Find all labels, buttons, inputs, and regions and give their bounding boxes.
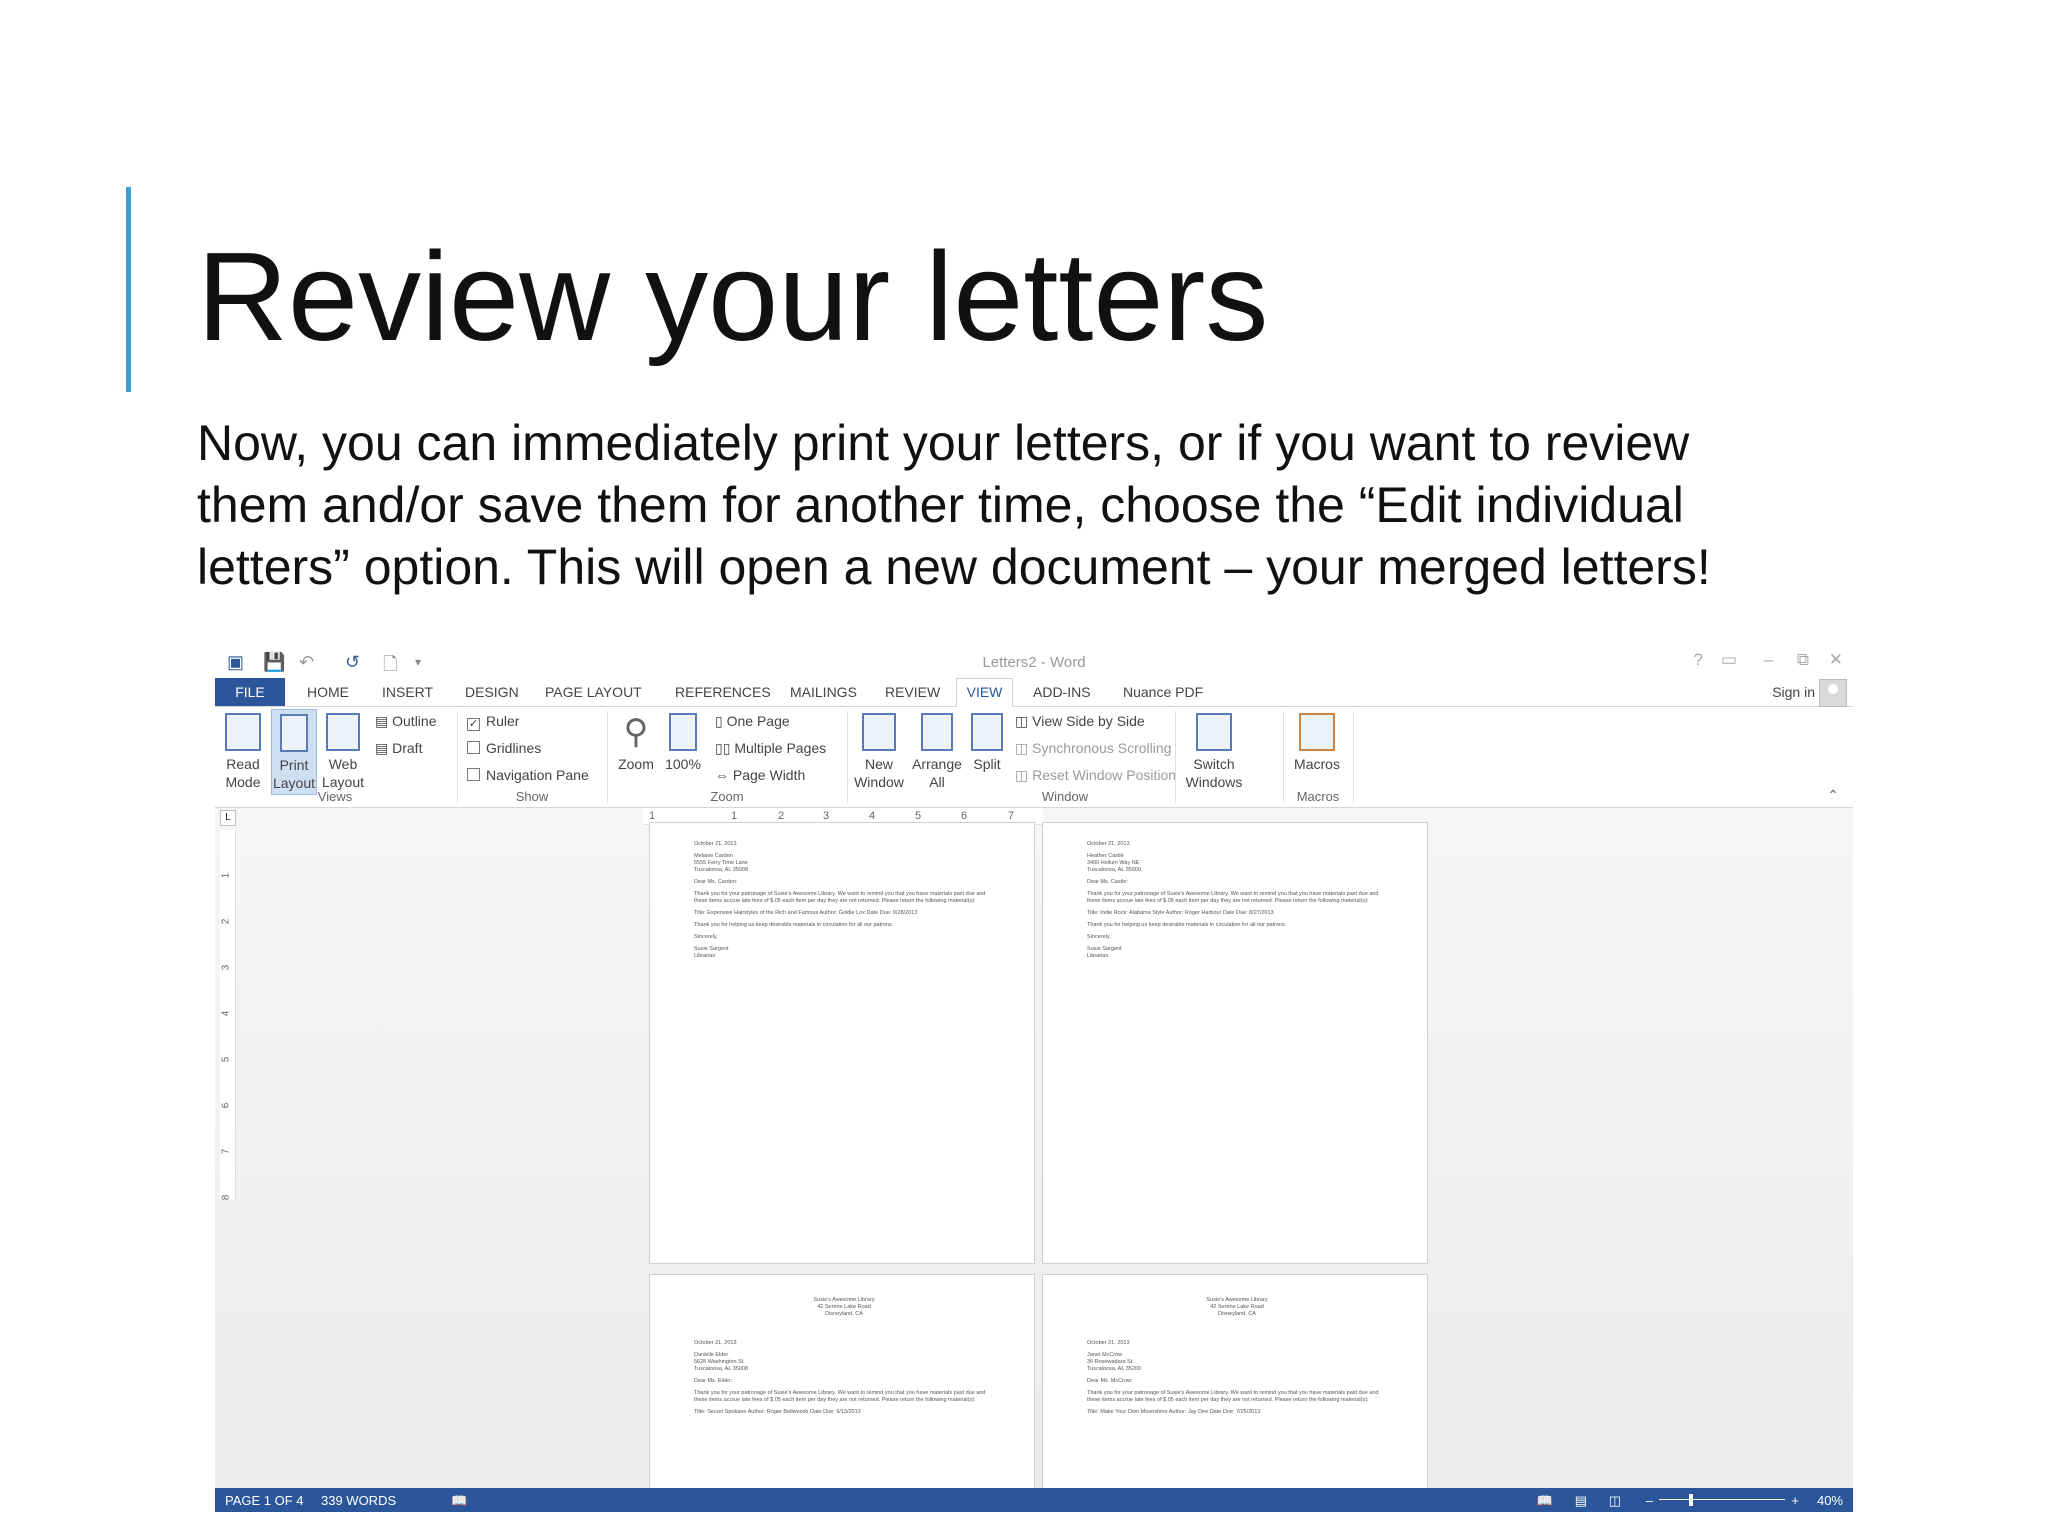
zoom-in-icon[interactable]: + bbox=[1791, 1493, 1799, 1508]
draft-button[interactable]: ▤ Draft bbox=[375, 740, 422, 757]
page-width-button[interactable]: ⇔ Page Width bbox=[715, 767, 805, 783]
group-views-label: Views bbox=[317, 789, 353, 804]
macros-icon bbox=[1299, 713, 1335, 751]
macros-button[interactable]: Macros bbox=[1289, 713, 1345, 773]
slide-title: Review your letters bbox=[197, 226, 1269, 367]
outline-button[interactable]: ▤ Outline bbox=[375, 713, 436, 730]
zoom-slider-thumb[interactable] bbox=[1689, 1494, 1693, 1506]
sign-in-link[interactable]: Sign in bbox=[1772, 684, 1815, 700]
restore-icon[interactable]: ⧉ bbox=[1797, 650, 1809, 670]
sync-scroll-icon: ◫ bbox=[1015, 740, 1033, 756]
new-window-button[interactable]: New Window bbox=[851, 713, 907, 791]
tab-add-ins[interactable]: ADD-INS bbox=[1033, 684, 1091, 700]
vertical-ruler[interactable]: 1 2 3 4 5 6 7 8 bbox=[220, 830, 236, 1200]
accent-bar bbox=[126, 187, 131, 392]
ribbon-tabs: FILE HOME INSERT DESIGN PAGE LAYOUT REFE… bbox=[215, 678, 1853, 707]
zoom-level[interactable]: 40% bbox=[1817, 1493, 1843, 1508]
group-window-label: Window bbox=[1041, 789, 1089, 804]
tab-view[interactable]: VIEW bbox=[956, 678, 1013, 707]
one-page-button[interactable]: ▯ One Page bbox=[715, 713, 790, 730]
gridlines-checkbox[interactable]: Gridlines bbox=[467, 740, 541, 756]
view-side-by-side-button[interactable]: ◫ View Side by Side bbox=[1015, 713, 1145, 730]
tab-review[interactable]: REVIEW bbox=[885, 684, 940, 700]
synchronous-scrolling-button[interactable]: ◫ Synchronous Scrolling bbox=[1015, 740, 1171, 757]
magnifier-icon: ⚲ bbox=[623, 713, 649, 751]
document-canvas: L 1 1 2 3 4 5 6 7 1 2 3 4 5 6 7 8 Octobe… bbox=[215, 808, 1853, 1496]
tab-selector-icon[interactable]: L bbox=[220, 810, 236, 826]
avatar[interactable] bbox=[1819, 679, 1847, 707]
help-icon[interactable]: ? bbox=[1694, 650, 1703, 670]
document-page[interactable]: Susie's Awesome Library 42 Serene Lake R… bbox=[1042, 1274, 1428, 1496]
page-width-icon: ⇔ bbox=[715, 767, 733, 783]
group-zoom-label: Zoom bbox=[710, 789, 744, 804]
tab-home[interactable]: HOME bbox=[307, 684, 349, 700]
multiple-pages-button[interactable]: ▯▯ Multiple Pages bbox=[715, 740, 826, 757]
slide-body: Now, you can immediately print your lett… bbox=[197, 415, 1711, 595]
tab-references[interactable]: REFERENCES bbox=[675, 684, 771, 700]
ruler-checkbox[interactable]: ✓ Ruler bbox=[467, 713, 519, 731]
one-page-icon: ▯ bbox=[715, 713, 727, 729]
web-layout-button[interactable]: Web Layout bbox=[321, 713, 365, 791]
book-icon bbox=[225, 713, 261, 751]
document-page[interactable]: October 21, 2013 Melanie Carden 5555 Fer… bbox=[649, 822, 1035, 1264]
new-window-icon bbox=[862, 713, 896, 751]
switch-windows-button[interactable]: Switch Windows bbox=[1179, 713, 1249, 791]
tab-page-layout[interactable]: PAGE LAYOUT bbox=[545, 684, 642, 700]
switch-windows-icon bbox=[1196, 713, 1232, 751]
word-window: ▣ 💾 ↶ ↺ 🗋 ▾ Letters2 - Word ? ▭ – ⧉ ✕ FI… bbox=[215, 648, 1853, 1520]
page-count[interactable]: PAGE 1 OF 4 bbox=[225, 1493, 304, 1508]
tab-nuance-pdf[interactable]: Nuance PDF bbox=[1123, 684, 1203, 700]
document-page[interactable]: Susie's Awesome Library 42 Serene Lake R… bbox=[649, 1274, 1035, 1496]
tab-design[interactable]: DESIGN bbox=[465, 684, 519, 700]
ribbon-view: Read Mode Print Layout Web Layout ▤ Outl… bbox=[215, 707, 1853, 808]
print-layout-button[interactable]: Print Layout bbox=[271, 709, 317, 795]
minimize-icon[interactable]: – bbox=[1764, 650, 1773, 670]
group-show-label: Show bbox=[515, 789, 549, 804]
close-icon[interactable]: ✕ bbox=[1829, 650, 1843, 670]
navigation-pane-checkbox[interactable]: Navigation Pane bbox=[467, 767, 589, 783]
page-icon bbox=[280, 714, 308, 752]
read-mode-view-icon[interactable]: 📖 bbox=[1537, 1493, 1553, 1509]
arrange-all-button[interactable]: Arrange All bbox=[909, 713, 965, 791]
document-page[interactable]: October 21, 2013 Heather Castle 3400 Hel… bbox=[1042, 822, 1428, 1264]
zoom-out-icon[interactable]: – bbox=[1646, 1493, 1653, 1508]
collapse-ribbon-icon[interactable]: ⌃ bbox=[1827, 787, 1839, 804]
status-bar: PAGE 1 OF 4 339 WORDS 📖 📖 ▤ ◫ – + 40% bbox=[215, 1488, 1853, 1512]
outline-icon: ▤ bbox=[375, 713, 393, 729]
read-mode-button[interactable]: Read Mode bbox=[221, 713, 265, 791]
multiple-pages-icon: ▯▯ bbox=[715, 740, 735, 756]
tab-insert[interactable]: INSERT bbox=[382, 684, 433, 700]
tab-mailings[interactable]: MAILINGS bbox=[790, 684, 857, 700]
side-by-side-icon: ◫ bbox=[1015, 713, 1033, 729]
word-count[interactable]: 339 WORDS bbox=[321, 1493, 396, 1508]
hundred-percent-icon bbox=[669, 713, 697, 751]
split-button[interactable]: Split bbox=[967, 713, 1007, 773]
ribbon-display-icon[interactable]: ▭ bbox=[1721, 650, 1737, 670]
window-title: Letters2 - Word bbox=[982, 654, 1086, 671]
print-layout-view-icon[interactable]: ▤ bbox=[1575, 1493, 1587, 1509]
proofing-icon[interactable]: 📖 bbox=[451, 1493, 467, 1509]
zoom-100-button[interactable]: 100% bbox=[663, 713, 703, 773]
arrange-all-icon bbox=[921, 713, 953, 751]
title-bar: ▣ 💾 ↶ ↺ 🗋 ▾ Letters2 - Word ? ▭ – ⧉ ✕ bbox=[215, 648, 1853, 678]
zoom-slider[interactable] bbox=[1659, 1499, 1785, 1500]
split-icon bbox=[971, 713, 1003, 751]
group-macros-label: Macros bbox=[1296, 789, 1340, 804]
zoom-button[interactable]: ⚲ Zoom bbox=[613, 713, 659, 773]
tab-file[interactable]: FILE bbox=[215, 678, 285, 706]
draft-icon: ▤ bbox=[375, 740, 393, 756]
web-layout-view-icon[interactable]: ◫ bbox=[1609, 1493, 1621, 1509]
divider bbox=[1353, 711, 1354, 803]
globe-page-icon bbox=[326, 713, 360, 751]
reset-window-position-button[interactable]: ◫ Reset Window Position bbox=[1015, 767, 1176, 784]
reset-position-icon: ◫ bbox=[1015, 767, 1033, 783]
